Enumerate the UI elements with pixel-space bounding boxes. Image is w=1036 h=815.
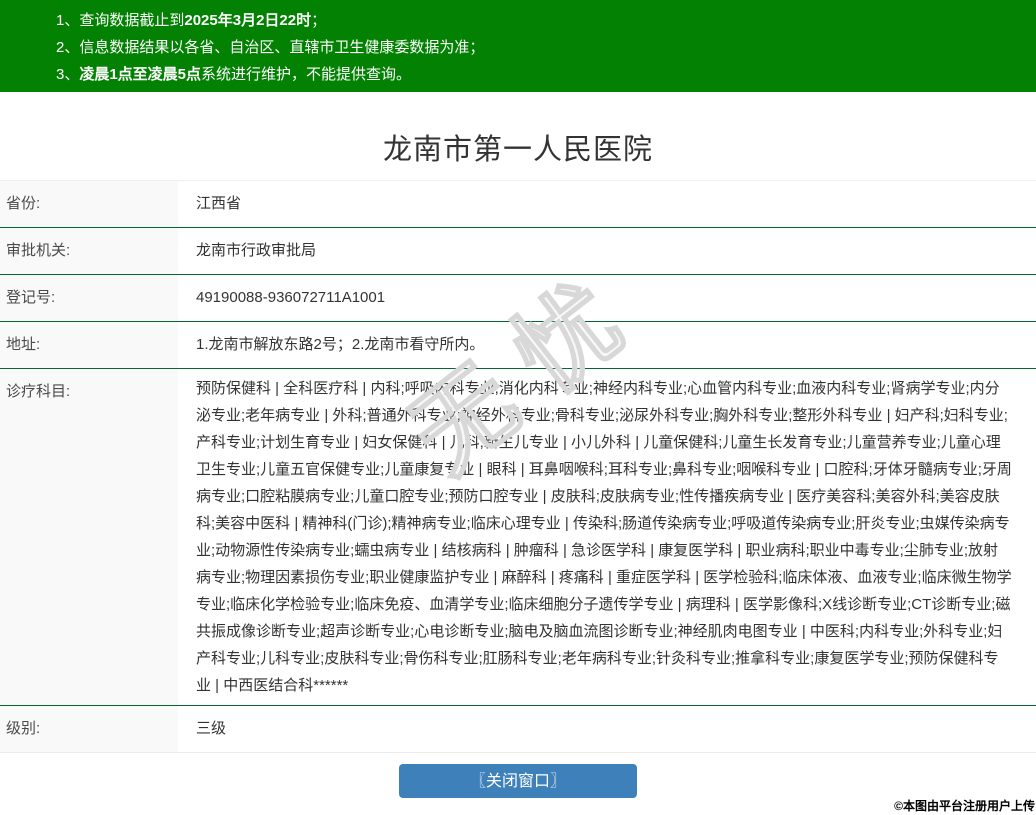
image-upload-credit: ©本图由平台注册用户上传 — [894, 799, 1035, 813]
address-value: 1.龙南市解放东路2号；2.龙南市看守所内。 — [196, 336, 485, 353]
button-bar: 〖关闭窗口〗 — [0, 764, 1036, 798]
notice-line-1-num: 1、 — [56, 12, 80, 29]
hospital-info-table: 省份: 江西省 审批机关: 龙南市行政审批局 登记号: 49190088-936… — [0, 180, 1036, 753]
field-row-address: 地址: 1.龙南市解放东路2号；2.龙南市看守所内。 — [0, 322, 1036, 369]
address-label: 地址: — [0, 322, 178, 368]
field-row-registration-number: 登记号: 49190088-936072711A1001 — [0, 275, 1036, 322]
registration-number-value: 49190088-936072711A1001 — [196, 289, 386, 306]
province-label: 省份: — [0, 181, 178, 227]
close-window-button[interactable]: 〖关闭窗口〗 — [399, 764, 637, 798]
notice-line-2-pre: 信息数据结果以各省、自治区、直辖市卫生健康委数据为准； — [79, 39, 485, 56]
field-row-approval-authority: 审批机关: 龙南市行政审批局 — [0, 228, 1036, 275]
field-row-province: 省份: 江西省 — [0, 181, 1036, 228]
province-value: 江西省 — [196, 195, 242, 212]
level-value: 三级 — [196, 720, 227, 737]
notice-line-2-num: 2、 — [56, 39, 80, 56]
notice-banner: 1、查询数据截止到2025年3月2日22时； 2、信息数据结果以各省、自治区、直… — [0, 0, 1036, 92]
notice-line-2: 2、信息数据结果以各省、自治区、直辖市卫生健康委数据为准； — [56, 34, 1026, 61]
field-row-level: 级别: 三级 — [0, 706, 1036, 753]
notice-line-1-post: ； — [311, 12, 327, 29]
notice-line-3-num: 3、 — [56, 66, 80, 83]
notice-line-3-bold: 凌晨1点至凌晨5点 — [79, 66, 202, 83]
notice-line-1-pre: 查询数据截止到 — [79, 12, 185, 29]
notice-line-1: 1、查询数据截止到2025年3月2日22时； — [56, 7, 1026, 34]
approval-authority-label: 审批机关: — [0, 228, 178, 274]
level-label: 级别: — [0, 706, 178, 752]
notice-line-3-post: 系统进行维护，不能提供查询。 — [201, 66, 412, 83]
approval-authority-value: 龙南市行政审批局 — [196, 242, 317, 259]
treatment-subjects-value: 预防保健科 | 全科医疗科 | 内科;呼吸内科专业;消化内科专业;神经内科专业;… — [196, 380, 1012, 694]
notice-line-3: 3、凌晨1点至凌晨5点系统进行维护，不能提供查询。 — [56, 61, 1026, 88]
registration-number-label: 登记号: — [0, 275, 178, 321]
notice-line-1-bold: 2025年3月2日22时 — [184, 12, 312, 29]
treatment-subjects-label: 诊疗科目: — [0, 369, 178, 705]
page-title: 龙南市第一人民医院 — [382, 134, 653, 166]
field-row-treatment-subjects: 诊疗科目: 预防保健科 | 全科医疗科 | 内科;呼吸内科专业;消化内科专业;神… — [0, 369, 1036, 706]
